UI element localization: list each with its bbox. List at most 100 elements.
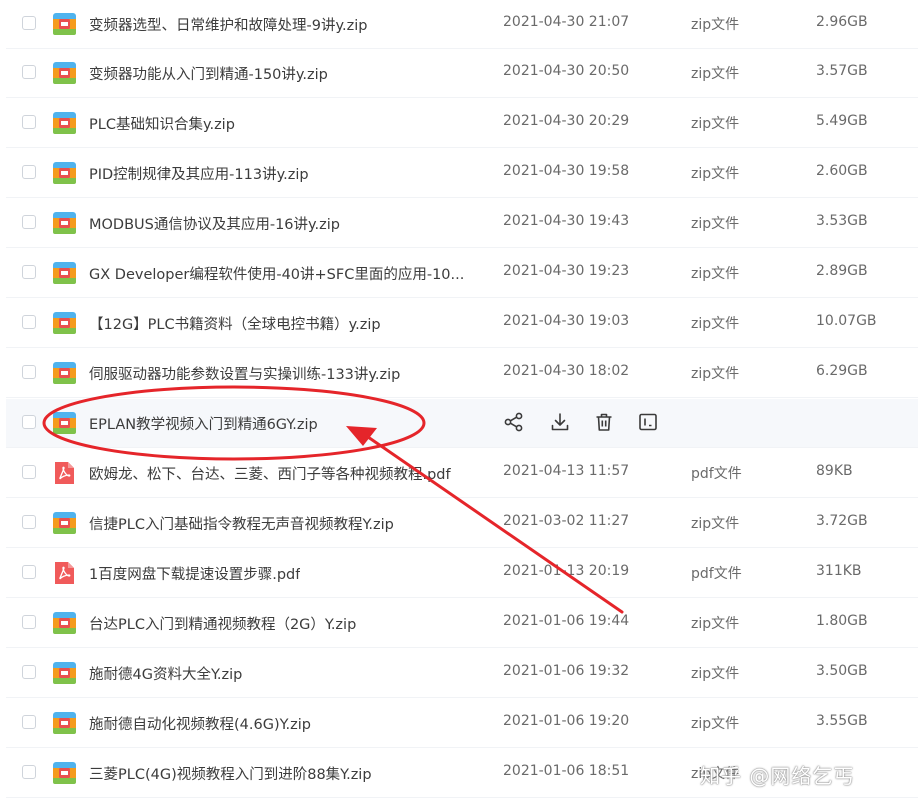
file-row[interactable]: 台达PLC入门到精通视频教程（2G）Y.zip 2021-01-06 19:44… [6,599,918,648]
file-type: zip文件 [691,616,740,632]
row-checkbox[interactable] [22,16,36,30]
file-type: zip文件 [691,666,740,682]
file-date: 2021-04-30 19:58 [503,163,630,179]
row-checkbox[interactable] [22,615,36,629]
file-date: 2021-04-30 19:43 [503,213,630,229]
file-name[interactable]: 欧姆龙、松下、台达、三菱、西门子等各种视频教程.pdf [89,463,451,484]
row-checkbox[interactable] [22,65,36,79]
file-date: 2021-04-30 20:50 [503,63,630,79]
share-icon[interactable] [502,410,526,434]
file-date: 2021-01-06 18:51 [503,763,630,779]
file-size: 6.29GB [816,363,868,379]
zip-archive-icon [53,412,76,434]
file-size: 3.53GB [816,213,868,229]
file-name[interactable]: 施耐德4G资料大全Y.zip [89,663,242,684]
file-row[interactable]: GX Developer编程软件使用-40讲+SFC里面的应用-10... 20… [6,249,918,298]
file-date: 2021-04-30 21:07 [503,14,630,30]
file-date: 2021-01-06 19:44 [503,613,630,629]
file-date: 2021-04-30 19:23 [503,263,630,279]
zip-archive-icon [53,62,76,84]
file-row[interactable]: 1百度网盘下载提速设置步骤.pdf 2021-01-13 20:19 pdf文件… [6,549,918,598]
rename-icon[interactable] [636,410,660,434]
file-size: 3.57GB [816,63,868,79]
file-name[interactable]: PLC基础知识合集y.zip [89,113,235,134]
file-size: 2.96GB [816,14,868,30]
file-type: zip文件 [691,266,740,282]
file-row[interactable]: PLC基础知识合集y.zip 2021-04-30 20:29 zip文件 5.… [6,99,918,148]
file-date: 2021-04-30 20:29 [503,113,630,129]
pdf-file-icon [55,462,74,484]
row-checkbox[interactable] [22,715,36,729]
file-row[interactable]: 变频器选型、日常维护和故障处理-9讲y.zip 2021-04-30 21:07… [6,0,918,49]
file-name[interactable]: 伺服驱动器功能参数设置与实操训练-133讲y.zip [89,363,400,384]
file-size: 311KB [816,563,862,579]
file-name[interactable]: 信捷PLC入门基础指令教程无声音视频教程Y.zip [89,513,394,534]
file-row[interactable]: 欧姆龙、松下、台达、三菱、西门子等各种视频教程.pdf 2021-04-13 1… [6,449,918,498]
zip-archive-icon [53,362,76,384]
row-checkbox[interactable] [22,765,36,779]
row-checkbox[interactable] [22,565,36,579]
file-date: 2021-03-02 11:27 [503,513,630,529]
file-date: 2021-04-30 19:03 [503,313,630,329]
row-checkbox[interactable] [22,315,36,329]
file-date: 2021-04-30 18:02 [503,363,630,379]
file-row[interactable]: 变频器功能从入门到精通-150讲y.zip 2021-04-30 20:50 z… [6,49,918,98]
zip-archive-icon [53,762,76,784]
row-checkbox[interactable] [22,115,36,129]
row-checkbox[interactable] [22,265,36,279]
zip-archive-icon [53,512,76,534]
download-icon[interactable] [548,410,572,434]
delete-icon[interactable] [592,410,616,434]
row-checkbox[interactable] [22,465,36,479]
file-name[interactable]: GX Developer编程软件使用-40讲+SFC里面的应用-10... [89,263,464,284]
row-checkbox[interactable] [22,165,36,179]
row-checkbox[interactable] [22,215,36,229]
file-row-hovered[interactable]: EPLAN教学视频入门到精通6GY.zip [6,399,918,448]
zip-archive-icon [53,162,76,184]
row-checkbox[interactable] [22,515,36,529]
file-type: pdf文件 [691,466,742,482]
file-name[interactable]: 施耐德自动化视频教程(4.6G)Y.zip [89,713,311,734]
file-type: zip文件 [691,166,740,182]
row-checkbox[interactable] [22,415,36,429]
file-name[interactable]: 变频器功能从入门到精通-150讲y.zip [89,63,328,84]
file-row[interactable]: 伺服驱动器功能参数设置与实操训练-133讲y.zip 2021-04-30 18… [6,349,918,398]
zip-archive-icon [53,212,76,234]
file-type: zip文件 [691,66,740,82]
file-size: 2.60GB [816,163,868,179]
zip-archive-icon [53,112,76,134]
file-type: zip文件 [691,516,740,532]
file-size: 2.89GB [816,263,868,279]
file-size: 10.07GB [816,313,877,329]
zip-archive-icon [53,662,76,684]
file-name[interactable]: MODBUS通信协议及其应用-16讲y.zip [89,213,340,234]
file-size: 89KB [816,463,853,479]
watermark: 知乎 @网络乞丐 [700,764,855,788]
row-checkbox[interactable] [22,665,36,679]
file-date: 2021-01-06 19:32 [503,663,630,679]
file-size: 1.80GB [816,613,868,629]
file-row[interactable]: 信捷PLC入门基础指令教程无声音视频教程Y.zip 2021-03-02 11:… [6,499,918,548]
zip-archive-icon [53,712,76,734]
row-checkbox[interactable] [22,365,36,379]
zip-archive-icon [53,312,76,334]
file-name[interactable]: 1百度网盘下载提速设置步骤.pdf [89,563,300,584]
file-name[interactable]: 【12G】PLC书籍资料（全球电控书籍）y.zip [89,313,381,334]
zip-archive-icon [53,612,76,634]
file-type: pdf文件 [691,566,742,582]
file-name[interactable]: 三菱PLC(4G)视频教程入门到进阶88集Y.zip [89,763,372,784]
file-row[interactable]: PID控制规律及其应用-113讲y.zip 2021-04-30 19:58 z… [6,149,918,198]
file-row[interactable]: 施耐德4G资料大全Y.zip 2021-01-06 19:32 zip文件 3.… [6,649,918,698]
file-name[interactable]: 台达PLC入门到精通视频教程（2G）Y.zip [89,613,356,634]
file-row[interactable]: 【12G】PLC书籍资料（全球电控书籍）y.zip 2021-04-30 19:… [6,299,918,348]
file-type: zip文件 [691,716,740,732]
file-type: zip文件 [691,216,740,232]
file-row[interactable]: 施耐德自动化视频教程(4.6G)Y.zip 2021-01-06 19:20 z… [6,699,918,748]
file-row[interactable]: MODBUS通信协议及其应用-16讲y.zip 2021-04-30 19:43… [6,199,918,248]
file-size: 3.55GB [816,713,868,729]
file-name[interactable]: PID控制规律及其应用-113讲y.zip [89,163,309,184]
file-date: 2021-01-06 19:20 [503,713,630,729]
file-name[interactable]: 变频器选型、日常维护和故障处理-9讲y.zip [89,14,367,35]
file-name[interactable]: EPLAN教学视频入门到精通6GY.zip [89,413,318,434]
file-date: 2021-04-13 11:57 [503,463,630,479]
